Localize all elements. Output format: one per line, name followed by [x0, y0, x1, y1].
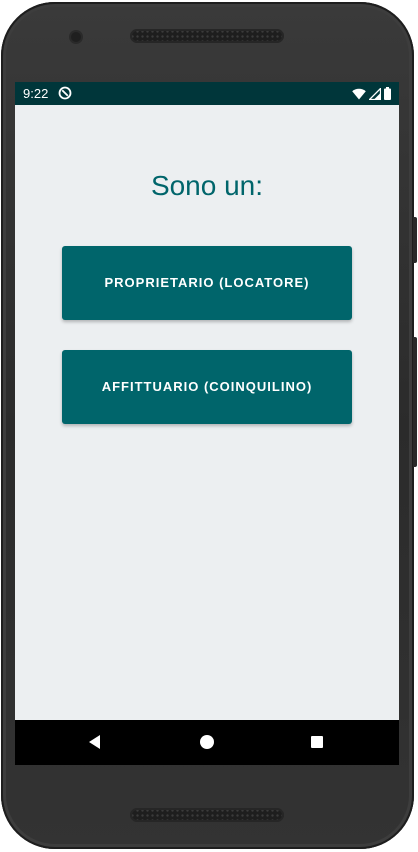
landlord-button[interactable]: PROPRIETARIO (LOCATORE) [62, 246, 352, 320]
bottom-speaker-grille [130, 808, 284, 822]
status-time: 9:22 [23, 86, 49, 101]
top-speaker-grille [130, 29, 284, 43]
page-title: Sono un: [150, 170, 264, 201]
status-icons [352, 87, 391, 100]
role-selection-page: Sono un: PROPRIETARIO (LOCATORE) AFFITTU… [15, 105, 399, 720]
home-icon[interactable] [200, 735, 214, 749]
navigation-bar [15, 720, 399, 765]
phone-frame: 9:22 Sono un: PROPRIETARIO (LOCATORE) AF… [1, 2, 417, 849]
battery-icon [384, 87, 391, 100]
wifi-icon [352, 88, 366, 99]
tenant-button[interactable]: AFFITTUARIO (COINQUILINO) [62, 350, 352, 424]
sync-icon [58, 86, 72, 100]
power-button [413, 217, 417, 263]
back-icon[interactable] [87, 734, 103, 750]
front-camera [71, 32, 81, 42]
recents-icon[interactable] [311, 736, 323, 748]
screen: 9:22 Sono un: PROPRIETARIO (LOCATORE) AF… [15, 82, 399, 765]
volume-button [413, 337, 417, 467]
status-bar: 9:22 [15, 82, 399, 105]
signal-icon [369, 87, 381, 100]
